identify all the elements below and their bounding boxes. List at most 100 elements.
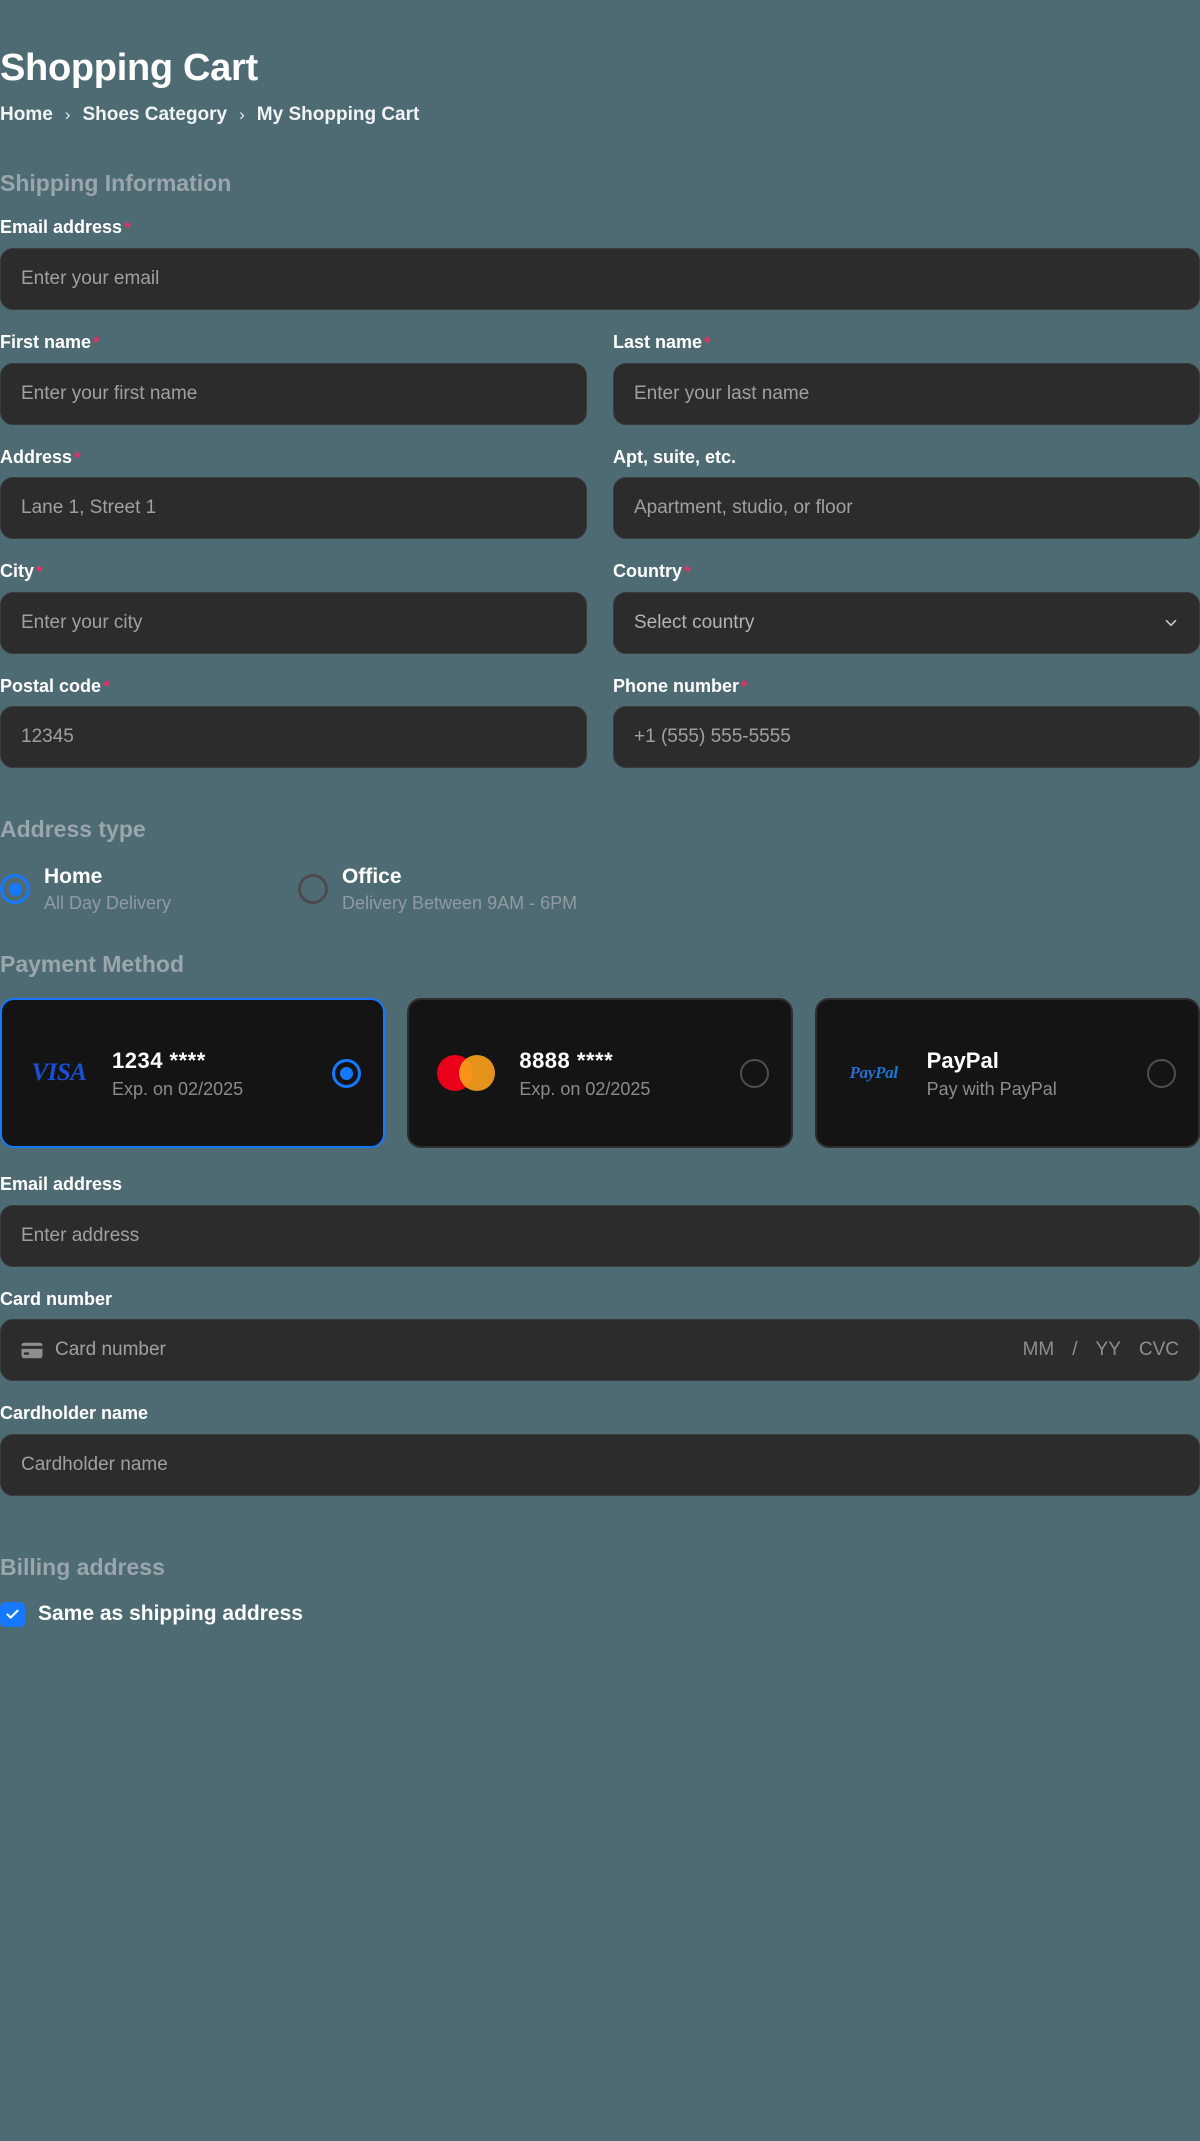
city-label: City * <box>0 561 587 583</box>
breadcrumb-separator-icon: › <box>239 104 245 124</box>
payment-email-field: Email address <box>0 1174 1200 1267</box>
page-title: Shopping Cart <box>0 47 258 89</box>
payment-email-input[interactable] <box>0 1204 1200 1267</box>
card-number-label: Card number <box>0 1288 113 1309</box>
cardholder-name-label: Cardholder name <box>0 1403 149 1424</box>
phone-number-label: Phone number * <box>613 676 1200 698</box>
postal-phone-row: Postal code* Phone number* <box>0 676 1200 769</box>
card-expiry-cvc-group: MM / YY CVC <box>1023 1339 1179 1361</box>
address-type-office-subtitle: Delivery Between 9AM - 6PM <box>342 893 578 914</box>
card-cvc-input[interactable]: CVC <box>1139 1339 1179 1361</box>
cardholder-name-field: Cardholder name <box>0 1403 1200 1497</box>
postal-code-input[interactable] <box>0 706 587 769</box>
payment-card-mastercard-number: 8888 **** <box>519 1047 614 1073</box>
address-label-text: Address <box>0 446 73 467</box>
address-type-radio-group: Home All Day Delivery Office Delivery Be… <box>0 864 1200 915</box>
first-name-input[interactable] <box>0 362 587 425</box>
address-type-home-text: Home All Day Delivery <box>44 864 171 915</box>
country-field: Country * Select country <box>613 561 1200 654</box>
email-address-label-text: Email address <box>0 217 123 238</box>
postal-code-field: Postal code * <box>0 676 587 769</box>
address-input[interactable] <box>0 477 587 540</box>
radio-home-icon[interactable] <box>0 874 30 905</box>
required-asterisk: * <box>124 218 131 238</box>
payment-card-paypal-radio[interactable] <box>1146 1058 1176 1088</box>
breadcrumb-item-shoes-category[interactable]: Shoes Category <box>82 104 227 126</box>
address-type-home-title: Home <box>44 864 103 888</box>
payment-card-mastercard[interactable]: 8888 **** Exp. on 02/2025 <box>407 998 793 1149</box>
payment-card-paypal-info: PayPal Pay with PayPal <box>927 1047 1129 1101</box>
city-field: City * <box>0 561 587 654</box>
card-number-placeholder[interactable]: Card number <box>55 1339 1011 1361</box>
country-label: Country * <box>613 561 1200 583</box>
required-asterisk: * <box>741 676 748 696</box>
country-select-wrapper: Select country <box>613 591 1200 654</box>
required-asterisk: * <box>36 562 43 582</box>
payment-card-paypal-subtitle: Pay with PayPal <box>926 1079 1057 1100</box>
required-asterisk: * <box>93 333 100 353</box>
phone-number-input[interactable] <box>613 706 1200 769</box>
first-name-field: First name * <box>0 332 587 425</box>
apt-input[interactable] <box>613 477 1200 540</box>
address-label: Address * <box>0 447 587 469</box>
payment-card-mastercard-info: 8888 **** Exp. on 02/2025 <box>519 1047 721 1101</box>
card-number-input-group[interactable]: Card number MM / YY CVC <box>0 1319 1200 1382</box>
first-name-label-text: First name <box>0 331 92 352</box>
visa-wordmark: VISA <box>31 1059 87 1087</box>
paypal-logo-icon: PayPal <box>849 1063 899 1083</box>
same-as-shipping-row[interactable]: Same as shipping address <box>0 1601 1200 1627</box>
required-asterisk: * <box>103 676 110 696</box>
email-address-field: Email address * <box>0 217 1200 310</box>
city-input[interactable] <box>0 591 587 654</box>
last-name-input[interactable] <box>613 362 1200 425</box>
email-address-label: Email address * <box>0 217 1200 239</box>
breadcrumb-item-home[interactable]: Home <box>0 104 53 126</box>
address-type-office-text: Office Delivery Between 9AM - 6PM <box>342 864 577 915</box>
mastercard-logo-icon <box>431 1055 501 1092</box>
credit-card-icon <box>21 1342 43 1359</box>
same-as-shipping-checkbox[interactable] <box>0 1601 25 1627</box>
card-number-field: Card number Card number MM / YY CVC <box>0 1289 1200 1382</box>
breadcrumb-separator-icon: › <box>64 104 71 124</box>
billing-address-heading: Billing address <box>0 1554 165 1581</box>
payment-email-label: Email address <box>0 1174 123 1195</box>
payment-card-paypal[interactable]: PayPal PayPal Pay with PayPal <box>814 998 1200 1149</box>
checkout-page: Shopping Cart Home › Shoes Category › My… <box>0 0 1200 1627</box>
breadcrumb: Home › Shoes Category › My Shopping Cart <box>0 104 1200 126</box>
radio-office-icon[interactable] <box>298 874 328 905</box>
cardholder-name-input[interactable] <box>0 1434 1200 1497</box>
name-row: First name* Last name* <box>0 332 1200 425</box>
postal-code-label: Postal code * <box>0 676 587 698</box>
postal-code-label-text: Postal code <box>0 675 102 696</box>
address-type-option-home[interactable]: Home All Day Delivery <box>0 864 298 915</box>
payment-card-mastercard-expiry: Exp. on 02/2025 <box>519 1079 651 1100</box>
city-country-row: City* Country* Select country <box>0 561 1200 654</box>
apt-label-text: Apt, suite, etc. <box>613 446 737 467</box>
country-select[interactable]: Select country <box>613 591 1200 654</box>
payment-card-visa[interactable]: VISA 1234 **** Exp. on 02/2025 <box>0 998 386 1149</box>
payment-method-heading: Payment Method <box>0 950 185 977</box>
required-asterisk: * <box>74 447 81 467</box>
email-address-input[interactable] <box>0 247 1200 310</box>
visa-logo-icon: VISA <box>24 1059 94 1087</box>
payment-card-visa-expiry: Exp. on 02/2025 <box>112 1079 244 1100</box>
card-expiry-separator: / <box>1072 1339 1078 1361</box>
address-row: Address* Apt, suite, etc. <box>0 447 1200 540</box>
card-expiry-year-input[interactable]: YY <box>1096 1339 1121 1361</box>
last-name-label: Last name * <box>613 332 1200 354</box>
first-name-label: First name * <box>0 332 587 354</box>
payment-card-mastercard-radio[interactable] <box>739 1058 769 1088</box>
country-label-text: Country <box>613 561 682 582</box>
address-type-option-office[interactable]: Office Delivery Between 9AM - 6PM <box>298 864 577 915</box>
same-as-shipping-label: Same as shipping address <box>38 1602 303 1626</box>
city-label-text: City <box>0 561 35 582</box>
apt-field: Apt, suite, etc. <box>613 447 1200 540</box>
last-name-label-text: Last name <box>613 331 703 352</box>
breadcrumb-item-my-shopping-cart[interactable]: My Shopping Cart <box>257 104 420 126</box>
address-field: Address * <box>0 447 587 540</box>
phone-number-field: Phone number * <box>613 676 1200 769</box>
card-expiry-month-input[interactable]: MM <box>1023 1339 1055 1361</box>
payment-card-visa-radio[interactable] <box>332 1058 362 1088</box>
payment-card-visa-info: 1234 **** Exp. on 02/2025 <box>112 1047 314 1101</box>
last-name-field: Last name * <box>613 332 1200 425</box>
